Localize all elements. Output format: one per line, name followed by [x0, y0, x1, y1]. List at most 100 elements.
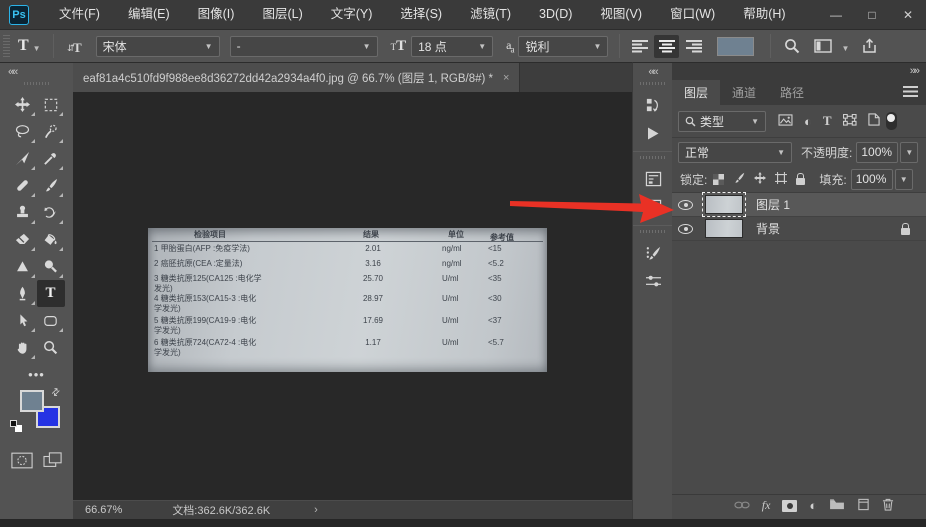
minimize-button[interactable]: —	[818, 0, 854, 29]
menu-window[interactable]: 窗口(W)	[656, 0, 729, 29]
toolbox-collapse-icon[interactable]: ««	[0, 63, 73, 78]
align-center-button[interactable]	[654, 34, 680, 58]
quick-mask-button[interactable]	[10, 452, 33, 475]
lock-transparency-icon[interactable]	[713, 173, 725, 185]
dock-collapse-icon[interactable]: ««	[633, 63, 672, 78]
tab-layers[interactable]: 图层	[672, 80, 721, 105]
crop-tool[interactable]	[9, 145, 37, 172]
swap-colors-icon[interactable]: ⇄	[49, 386, 63, 400]
new-layer-button[interactable]	[857, 498, 870, 514]
lock-artboard-icon[interactable]	[775, 171, 788, 187]
zoom-tool[interactable]	[37, 334, 65, 361]
delete-layer-button[interactable]	[882, 498, 894, 514]
layer-name[interactable]: 图层 1	[756, 196, 790, 213]
shape-tool[interactable]	[37, 307, 65, 334]
document-tab[interactable]: eaf81a4c510fd9f988ee8d36272dd42a2934a4f0…	[73, 63, 521, 92]
menu-type[interactable]: 文字(Y)	[317, 0, 387, 29]
visibility-eye-icon[interactable]	[678, 199, 693, 210]
fill-chevron[interactable]: ▼	[894, 168, 913, 190]
quick-selection-tool[interactable]	[37, 118, 65, 145]
brush-tool[interactable]	[37, 172, 65, 199]
lasso-tool[interactable]	[9, 118, 37, 145]
zoom-level-field[interactable]: 66.67%	[85, 504, 122, 516]
type-tool-icon[interactable]: T	[18, 37, 29, 55]
align-right-button[interactable]	[681, 35, 706, 58]
type-tool-selected[interactable]: T	[36, 280, 65, 307]
pen-tool[interactable]	[9, 280, 37, 307]
default-colors-icon[interactable]	[10, 420, 22, 432]
foreground-color-swatch[interactable]	[20, 390, 44, 412]
panel-menu-icon[interactable]	[903, 86, 918, 97]
adjustment-layer-button[interactable]: ◐	[809, 499, 817, 512]
maximize-button[interactable]: □	[854, 0, 890, 29]
healing-brush-tool[interactable]	[9, 172, 37, 199]
marquee-tool[interactable]	[37, 91, 65, 118]
menu-help[interactable]: 帮助(H)	[729, 0, 799, 29]
menu-select[interactable]: 选择(S)	[386, 0, 456, 29]
new-group-button[interactable]	[829, 498, 845, 513]
gradient-bucket-tool[interactable]	[37, 226, 65, 253]
menu-filter[interactable]: 滤镜(T)	[456, 0, 525, 29]
tool-presets-panel-icon[interactable]	[633, 267, 673, 295]
filter-toggle-switch[interactable]	[885, 112, 897, 130]
lock-position-icon[interactable]	[754, 171, 767, 187]
filter-smart-objects-icon[interactable]	[867, 113, 880, 129]
layer-style-button[interactable]: fx	[762, 498, 771, 513]
layer-row-layer1[interactable]: 图层 1	[672, 192, 926, 217]
text-orientation-icon[interactable]: ⇵ T	[67, 39, 84, 54]
history-brush-tool[interactable]	[37, 199, 65, 226]
layer-row-background[interactable]: 背景	[672, 217, 926, 241]
menu-image[interactable]: 图像(I)	[184, 0, 249, 29]
path-selection-tool[interactable]	[9, 307, 37, 334]
font-style-select[interactable]: - ▼	[229, 35, 378, 57]
filter-type-layers-icon[interactable]: T	[823, 113, 832, 129]
fill-field[interactable]: 100%	[850, 168, 893, 190]
menu-file[interactable]: 文件(F)	[45, 0, 114, 29]
lock-all-icon[interactable]	[796, 173, 806, 185]
edit-toolbar-ellipsis-icon[interactable]: •••	[0, 367, 73, 382]
opacity-field[interactable]: 100%	[856, 141, 899, 163]
visibility-eye-icon[interactable]	[678, 223, 693, 234]
opacity-chevron[interactable]: ▼	[900, 141, 919, 163]
menu-view[interactable]: 视图(V)	[586, 0, 656, 29]
tab-close-icon[interactable]: ×	[503, 72, 509, 84]
align-left-button[interactable]	[627, 35, 652, 58]
font-size-select[interactable]: 18 点 ▼	[411, 35, 494, 57]
sharpen-tool[interactable]	[9, 253, 37, 280]
panel-collapse-icon[interactable]: »»	[910, 63, 926, 80]
menu-edit[interactable]: 编辑(E)	[114, 0, 184, 29]
filter-pixel-layers-icon[interactable]	[778, 113, 793, 129]
menu-3d[interactable]: 3D(D)	[525, 0, 586, 29]
eraser-tool[interactable]	[9, 226, 37, 253]
history-panel-icon[interactable]	[633, 91, 673, 119]
workspace-chevron-icon[interactable]: ▼	[841, 44, 849, 53]
dodge-tool[interactable]	[37, 253, 65, 280]
canvas-area[interactable]: 检验项目 结果 单位 参考值 1 甲胎蛋白(AFP :免疫学法) 2.01 ng…	[73, 92, 632, 500]
tab-channels[interactable]: 通道	[720, 80, 768, 105]
layer-name[interactable]: 背景	[756, 220, 780, 237]
hand-tool[interactable]	[9, 334, 37, 361]
link-layers-button[interactable]	[734, 499, 750, 513]
clone-stamp-tool[interactable]	[9, 199, 37, 226]
blend-mode-select[interactable]: 正常 ▼	[678, 141, 792, 163]
move-tool[interactable]	[9, 91, 37, 118]
tab-paths[interactable]: 路径	[768, 80, 816, 105]
filter-shape-layers-icon[interactable]	[842, 113, 857, 129]
add-mask-button[interactable]	[782, 499, 798, 512]
eyedropper-tool[interactable]	[37, 145, 65, 172]
workspace-panel-icon[interactable]	[814, 39, 833, 53]
tool-preset-chevron-icon[interactable]: ▼	[33, 44, 41, 53]
status-options-chevron-icon[interactable]: ›	[314, 504, 318, 516]
lock-pixels-icon[interactable]	[733, 172, 745, 187]
brush-settings-panel-icon[interactable]	[633, 239, 673, 267]
layer-thumbnail[interactable]	[702, 192, 746, 217]
font-family-select[interactable]: 宋体 ▼	[95, 35, 220, 57]
close-button[interactable]: ✕	[890, 0, 926, 29]
share-icon[interactable]	[862, 38, 877, 54]
menu-layer[interactable]: 图层(L)	[248, 0, 316, 29]
search-icon[interactable]	[784, 38, 800, 54]
filter-adjustment-layers-icon[interactable]: ◐	[804, 115, 812, 128]
text-color-swatch[interactable]	[717, 36, 755, 56]
filter-type-select[interactable]: 类型 ▼	[678, 110, 766, 132]
layer-thumbnail[interactable]	[705, 219, 743, 238]
